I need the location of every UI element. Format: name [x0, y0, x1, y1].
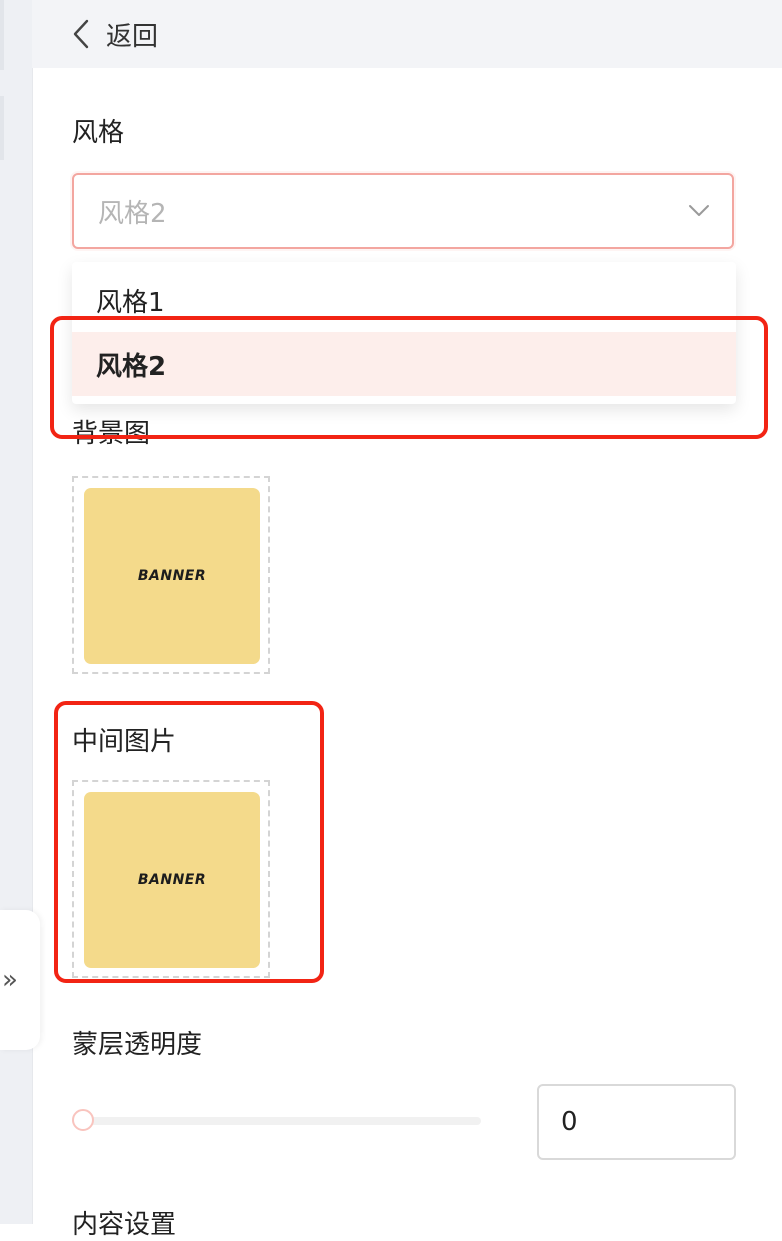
sidebar-notch — [0, 0, 4, 70]
content-settings-label: 内容设置 — [72, 1210, 177, 1240]
opacity-slider-track[interactable] — [72, 1117, 481, 1125]
middle-image-thumbnail: BANNER — [84, 792, 260, 968]
middle-image-upload[interactable]: BANNER — [72, 780, 270, 978]
background-image-thumbnail: BANNER — [84, 488, 260, 664]
style-dropdown-menu: 风格1 风格2 — [72, 262, 736, 404]
style-option-2[interactable]: 风格2 — [72, 332, 736, 396]
style-label: 风格 — [72, 118, 125, 148]
style-option-1[interactable]: 风格1 — [72, 268, 736, 332]
background-image-label: 背景图 — [72, 419, 151, 449]
back-label: 返回 — [106, 21, 159, 52]
opacity-value-input[interactable] — [537, 1084, 736, 1160]
banner-text: BANNER — [137, 872, 207, 888]
background-image-upload[interactable]: BANNER — [72, 476, 270, 674]
option-label: 风格2 — [96, 351, 167, 382]
overlay-opacity-label: 蒙层透明度 — [72, 1030, 203, 1060]
option-label: 风格1 — [96, 287, 165, 318]
top-header: 返回 — [32, 0, 782, 68]
double-chevron-right-icon: » — [2, 965, 18, 995]
middle-image-label: 中间图片 — [72, 727, 177, 757]
style-select-value: 风格2 — [98, 198, 167, 229]
chevron-down-icon — [689, 205, 709, 216]
sidebar-notch — [0, 96, 4, 160]
opacity-slider-handle[interactable] — [72, 1109, 94, 1131]
banner-text: BANNER — [137, 568, 207, 584]
back-button[interactable]: 返回 — [72, 16, 158, 53]
sidebar-collapse-toggle[interactable]: » — [0, 910, 40, 1050]
chevron-left-icon — [73, 19, 89, 49]
style-select[interactable]: 风格2 — [72, 173, 734, 249]
